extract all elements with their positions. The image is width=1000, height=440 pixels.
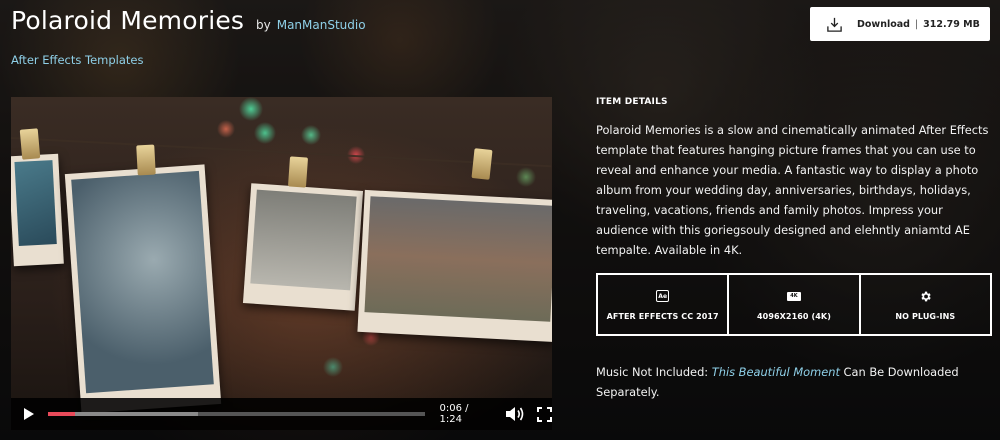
polaroid-photo xyxy=(242,183,364,311)
feature-label: AFTER EFFECTS CC 2017 xyxy=(606,312,719,321)
byline: by ManManStudio xyxy=(256,18,366,32)
volume-icon xyxy=(506,407,524,421)
feature-label: 4096X2160 (4K) xyxy=(757,312,831,321)
polaroid-photo xyxy=(11,153,64,267)
author-link[interactable]: ManManStudio xyxy=(277,18,366,32)
clothespin xyxy=(19,128,41,160)
played-bar xyxy=(48,412,76,416)
progress-bar[interactable] xyxy=(48,412,426,416)
clothespin xyxy=(287,156,309,188)
volume-button[interactable] xyxy=(505,406,525,422)
feature-software: Ae AFTER EFFECTS CC 2017 xyxy=(598,275,730,334)
item-page: Polaroid Memories by ManManStudio After E… xyxy=(0,0,1000,440)
fullscreen-button[interactable] xyxy=(537,406,552,422)
item-details-heading: ITEM DETAILS xyxy=(596,97,668,107)
gear-icon xyxy=(921,291,931,301)
feature-boxes: Ae AFTER EFFECTS CC 2017 4K 4096X2160 (4… xyxy=(596,273,992,336)
hanging-string xyxy=(11,137,552,168)
download-separator: | xyxy=(914,18,919,30)
page-title: Polaroid Memories xyxy=(11,6,245,35)
download-button[interactable]: Download | 312.79 MB xyxy=(810,7,990,41)
music-link[interactable]: This Beautiful Moment xyxy=(712,365,840,379)
music-prefix: Music Not Included: xyxy=(596,365,709,379)
polaroid-photo xyxy=(64,164,222,414)
category-link[interactable]: After Effects Templates xyxy=(11,53,143,67)
music-note: Music Not Included: This Beautiful Momen… xyxy=(596,362,996,402)
video-player[interactable]: 0:06 / 1:24 xyxy=(11,97,552,430)
4k-icon: 4K xyxy=(786,291,801,301)
play-icon xyxy=(23,408,34,420)
download-icon xyxy=(827,17,842,32)
item-description: Polaroid Memories is a slow and cinemati… xyxy=(596,123,989,257)
clothespin xyxy=(136,144,156,176)
play-button[interactable] xyxy=(11,398,46,430)
clothespin xyxy=(471,148,493,180)
feature-label: NO PLUG-INS xyxy=(895,312,956,321)
polaroid-photo xyxy=(357,189,552,343)
video-frame xyxy=(11,97,552,430)
feature-resolution: 4K 4096X2160 (4K) xyxy=(729,275,861,334)
video-controls: 0:06 / 1:24 xyxy=(11,398,552,430)
download-size: 312.79 MB xyxy=(923,18,980,30)
download-label: Download xyxy=(857,18,910,30)
feature-plugins: NO PLUG-INS xyxy=(861,275,990,334)
time-display: 0:06 / 1:24 xyxy=(439,403,469,425)
after-effects-icon: Ae xyxy=(656,290,670,302)
by-label: by xyxy=(256,18,271,32)
fullscreen-icon xyxy=(537,406,552,422)
